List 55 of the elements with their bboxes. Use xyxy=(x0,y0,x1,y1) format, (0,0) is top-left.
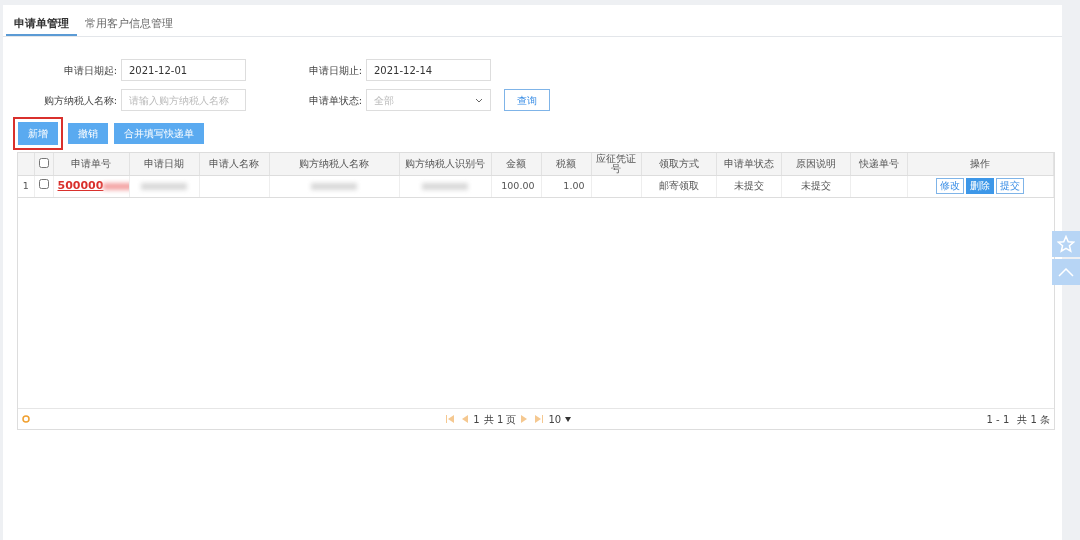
column-header: 快递单号 xyxy=(850,153,907,176)
favorite-button[interactable] xyxy=(1052,231,1080,257)
dropdown-icon[interactable] xyxy=(565,416,572,422)
action-button[interactable]: 撤销 xyxy=(68,123,108,144)
page-number-field[interactable]: 1 xyxy=(473,411,480,427)
column-header: 申请日期 xyxy=(129,153,199,176)
tab[interactable]: 申请单管理 xyxy=(6,5,77,36)
column-header: 购方纳税人名称 xyxy=(269,153,399,176)
checkbox[interactable] xyxy=(38,179,49,190)
row-action-button[interactable]: 修改 xyxy=(936,178,965,195)
table-cell: 邮寄领取 xyxy=(641,175,716,198)
first-page-icon[interactable] xyxy=(445,415,456,423)
column-header: 应征凭证号 xyxy=(591,153,641,176)
redaction-mark xyxy=(103,183,128,191)
field-label: 购方纳税人名称: xyxy=(42,93,118,108)
column-header: 领取方式 xyxy=(641,153,716,176)
row-action-button[interactable]: 提交 xyxy=(996,178,1025,195)
input-field[interactable]: 2021-12-01 xyxy=(121,59,246,81)
column-header: 申请单状态 xyxy=(716,153,781,176)
status-select[interactable]: 全部 xyxy=(366,89,491,111)
column-header: 税额 xyxy=(541,153,591,176)
row-action-button[interactable]: 删除 xyxy=(966,178,995,195)
application-number[interactable]: 500000 xyxy=(57,179,104,193)
chevron-icon xyxy=(475,97,483,103)
action-button[interactable]: 新增 xyxy=(13,117,63,150)
redaction-mark xyxy=(422,183,468,191)
column-header: 金额 xyxy=(491,153,541,176)
field-label: 申请单状态: xyxy=(307,93,363,108)
row-number: 1 xyxy=(18,175,34,198)
record-range: 1 - 1 xyxy=(986,412,1010,427)
table-cell: 未提交 xyxy=(716,175,781,198)
tab[interactable]: 常用客户信息管理 xyxy=(77,5,181,36)
column-header: 原因说明 xyxy=(781,153,850,176)
field-label: 申请日期止: xyxy=(307,63,363,78)
chevron-up-icon xyxy=(1058,267,1074,277)
redaction-mark xyxy=(311,183,357,191)
column-header: 申请人名称 xyxy=(199,153,269,176)
column-header: 操作 xyxy=(907,153,1054,176)
action-button[interactable]: 合并填写快递单 xyxy=(114,123,204,144)
table-cell: 100.00 xyxy=(491,175,541,198)
scroll-top-button[interactable] xyxy=(1052,259,1080,285)
column-header: 申请单号 xyxy=(53,153,129,176)
page-count: 共 1 页 xyxy=(483,412,517,427)
redaction-mark xyxy=(141,183,187,191)
record-total: 共 1 条 xyxy=(1017,412,1050,427)
checkbox[interactable] xyxy=(38,158,49,168)
page-size-select[interactable]: 10 xyxy=(548,411,562,427)
last-page-icon[interactable] xyxy=(534,415,545,423)
query-button[interactable]: 查询 xyxy=(504,89,550,111)
table-cell: 未提交 xyxy=(781,175,850,198)
input-field[interactable]: 2021-12-14 xyxy=(366,59,491,81)
field-label: 申请日期起: xyxy=(62,63,118,78)
star-icon xyxy=(1057,235,1075,253)
table-cell: 1.00 xyxy=(541,175,591,198)
column-header: 购方纳税人识别号 xyxy=(399,153,491,176)
